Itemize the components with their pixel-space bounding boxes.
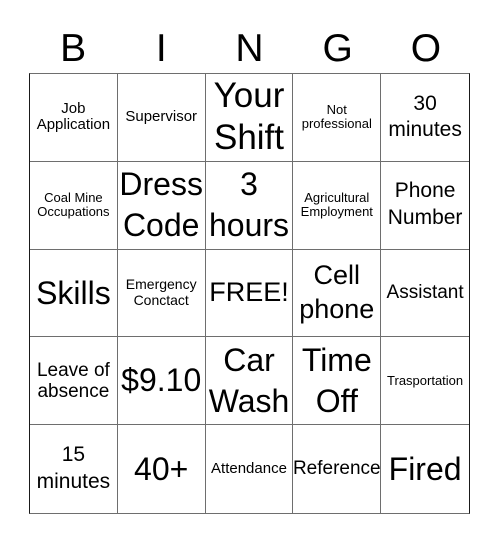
bingo-cell[interactable]: Cell phone	[293, 249, 382, 338]
bingo-cell[interactable]: Coal Mine Occupations	[30, 161, 118, 250]
bingo-cell[interactable]: Emergency Conctact	[117, 249, 206, 338]
bingo-cell[interactable]: 40+	[118, 425, 206, 513]
bingo-cell[interactable]: Time Off	[293, 337, 382, 426]
bingo-cell[interactable]: Reference	[293, 425, 382, 513]
bingo-cell[interactable]: Agricultural Employment	[293, 161, 382, 250]
bingo-cell[interactable]: Phone Number	[381, 162, 469, 250]
header-letter-g: G	[322, 27, 353, 70]
bingo-cell[interactable]: Your Shift	[205, 74, 294, 162]
bingo-cell[interactable]: Supervisor	[117, 74, 206, 162]
bingo-cell[interactable]: Dress Code	[117, 161, 206, 250]
header-letter-b: B	[60, 27, 87, 70]
header-letter-i: I	[155, 27, 167, 70]
header-letter-n: N	[235, 27, 264, 70]
free-space-cell[interactable]: FREE!	[205, 249, 294, 338]
bingo-cell[interactable]: 30 minutes	[381, 74, 469, 162]
bingo-grid: Job Application Supervisor Your Shift No…	[29, 73, 470, 514]
bingo-header: B I N G O	[29, 27, 470, 71]
bingo-cell[interactable]: Attendance	[206, 425, 294, 513]
bingo-cell[interactable]: Leave of absence	[30, 337, 118, 426]
bingo-cell[interactable]: $9.10	[117, 337, 206, 426]
bingo-cell[interactable]: Trasportation	[381, 337, 469, 426]
bingo-cell[interactable]: Car Wash	[205, 337, 294, 426]
bingo-cell[interactable]: Assistant	[381, 250, 469, 338]
bingo-cell[interactable]: Skills	[30, 249, 118, 338]
bingo-cell[interactable]: 15 minutes	[30, 425, 118, 513]
bingo-cell[interactable]: Not professional	[293, 74, 382, 162]
bingo-cell[interactable]: Fired	[381, 425, 469, 513]
bingo-cell[interactable]: Job Application	[30, 74, 118, 162]
bingo-cell[interactable]: 3 hours	[205, 161, 294, 250]
header-letter-o: O	[410, 27, 442, 70]
